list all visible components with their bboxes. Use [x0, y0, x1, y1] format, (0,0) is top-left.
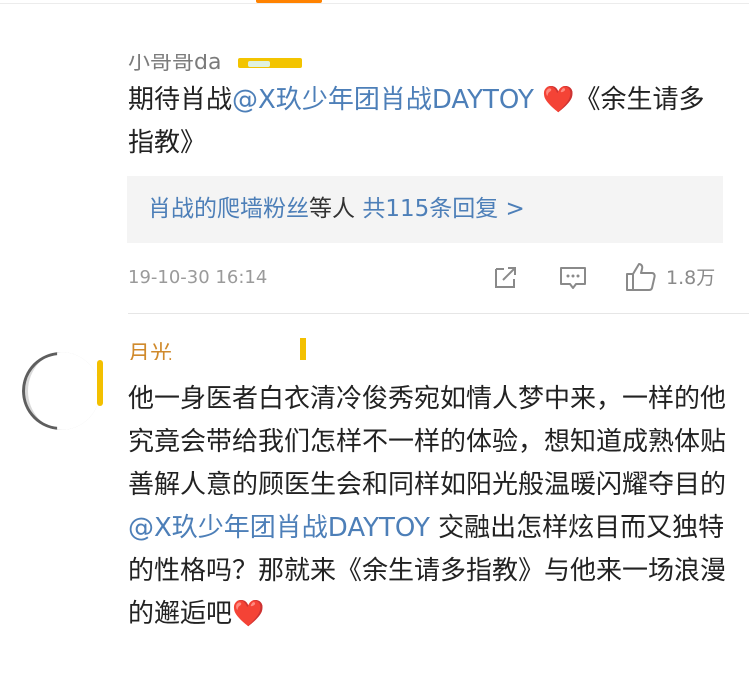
- like-count: 1.8万: [666, 267, 716, 289]
- comment1-text-part: 期待肖战: [128, 85, 233, 115]
- avatar[interactable]: [22, 352, 100, 430]
- comment2-author-name[interactable]: 月光: [128, 342, 172, 360]
- vip-badge-inner: [248, 61, 270, 67]
- comment2-mention[interactable]: @X玖少年团肖战DAYTOY: [128, 513, 430, 543]
- comment1-text: 期待肖战@X玖少年团肖战DAYTOY ❤️《余生请多指教》: [128, 79, 728, 165]
- comment-divider: [128, 313, 749, 314]
- reply-and-others: 等人: [309, 196, 355, 222]
- reply-total-link[interactable]: 共115条回复 >: [362, 196, 524, 222]
- comment-icon[interactable]: [557, 261, 589, 297]
- heart-emoji: ❤️: [542, 85, 575, 115]
- avatar-badge: [97, 360, 103, 406]
- comment2-text-part: 他一身医者白衣清冷俊秀宛如情人梦中来，一样的他究竟会带给我们怎样不一样的体验，想…: [128, 384, 727, 500]
- vip-badge: [300, 338, 306, 360]
- replies-summary[interactable]: 肖战的爬墙粉丝等人 共115条回复 >: [127, 176, 723, 243]
- like-icon[interactable]: [624, 261, 658, 297]
- comment1-actions: 1.8万: [0, 261, 749, 295]
- top-divider: [0, 3, 749, 4]
- active-tab-indicator: [256, 0, 322, 3]
- reply-fan-name[interactable]: 肖战的爬墙粉丝: [148, 196, 309, 222]
- heart-emoji: ❤️: [232, 599, 265, 629]
- comment1-mention[interactable]: @X玖少年团肖战DAYTOY: [232, 85, 534, 115]
- comment2-text: 他一身医者白衣清冷俊秀宛如情人梦中来，一样的他究竟会带给我们怎样不一样的体验，想…: [128, 378, 728, 636]
- share-icon[interactable]: [490, 261, 522, 297]
- comment1-author-name[interactable]: 小哥哥da: [128, 54, 221, 76]
